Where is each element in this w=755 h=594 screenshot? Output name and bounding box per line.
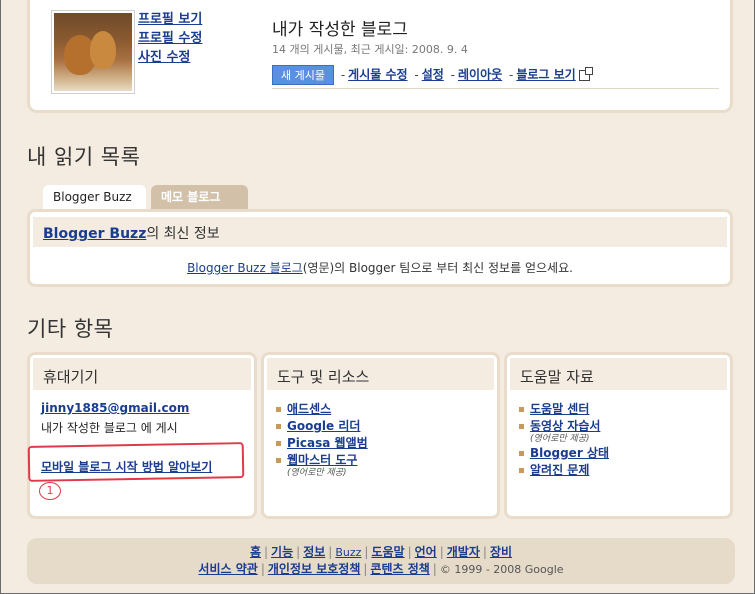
footer-language-link[interactable]: 언어 <box>415 545 437 559</box>
help-panel-header: 도움말 자료 <box>510 358 727 390</box>
new-post-button[interactable]: 새 게시물 <box>272 65 334 85</box>
tools-panel: 도구 및 리소스 애드센스 Google 리더 Picasa 웹앨범 웹마스터 … <box>261 352 500 519</box>
footer-help-link[interactable]: 도움말 <box>371 545 404 559</box>
webmaster-tools-link[interactable]: 웹마스터 도구 <box>287 453 357 467</box>
list-item: 도움말 센터 <box>518 401 724 418</box>
mobile-panel-title: 휴대기기 <box>43 368 99 386</box>
list-item: Google 리더 <box>275 418 491 435</box>
avatar-photo <box>54 13 132 91</box>
separator: | <box>264 545 269 559</box>
footer-home-link[interactable]: 홈 <box>250 545 261 559</box>
mobile-email-link[interactable]: jinny1885@gmail.com <box>41 401 248 415</box>
avatar-pear-shape <box>90 31 116 69</box>
edit-photo-link[interactable]: 사진 수정 <box>138 48 202 67</box>
tab-memo-blog[interactable]: 메모 블로그 <box>151 185 248 210</box>
video-tutorials-link[interactable]: 동영상 자습서 <box>530 419 600 433</box>
separator: - <box>340 67 346 82</box>
list-item: Blogger 상태 <box>518 445 724 462</box>
blogger-buzz-blog-link[interactable]: Blogger Buzz 블로그 <box>187 261 303 275</box>
tab-blogger-buzz[interactable]: Blogger Buzz <box>43 185 146 210</box>
english-only-note: (영어로만 제공) <box>287 468 347 478</box>
help-panel-body: 도움말 센터 동영상 자습서 (영어로만 제공) Blogger 상태 알려진 문… <box>518 401 724 479</box>
edit-posts-link[interactable]: 게시물 수정 <box>348 68 407 82</box>
tools-panel-title: 도구 및 리소스 <box>277 368 370 386</box>
separator: | <box>407 545 412 559</box>
reading-panel-header: Blogger Buzz의 최신 정보 <box>33 217 727 247</box>
known-issues-link[interactable]: 알려진 문제 <box>530 463 589 477</box>
english-only-note: (영어로만 제공) <box>530 434 590 444</box>
reading-panel-heading: Blogger Buzz의 최신 정보 <box>43 223 220 243</box>
separator: | <box>260 562 265 576</box>
layout-link[interactable]: 레이아웃 <box>458 68 502 82</box>
reading-list-title: 내 읽기 목록 <box>27 145 141 169</box>
footer-gear-link[interactable]: 장비 <box>490 545 512 559</box>
divider <box>272 88 719 89</box>
blog-title: 내가 작성한 블로그 <box>272 20 408 40</box>
separator: | <box>363 562 368 576</box>
new-window-icon <box>578 66 593 81</box>
separator: | <box>432 562 437 576</box>
blog-meta: 14 개의 게시물, 최근 게시일: 2008. 9. 4 <box>272 43 468 56</box>
footer-about-link[interactable]: 정보 <box>303 545 325 559</box>
footer-developers-link[interactable]: 개발자 <box>447 545 480 559</box>
reading-list-panel: Blogger Buzz의 최신 정보 Blogger Buzz 블로그(영문)… <box>27 209 733 287</box>
separator: - <box>508 67 514 82</box>
other-items-title: 기타 항목 <box>27 317 114 341</box>
profile-links: 프로필 보기 프로필 수정 사진 수정 <box>138 10 202 67</box>
footer-buzz-link[interactable]: Buzz <box>335 546 361 559</box>
tools-list: 애드센스 Google 리더 Picasa 웹앨범 웹마스터 도구 (영어로만 제… <box>275 401 491 479</box>
mobile-panel-body: jinny1885@gmail.com 내가 작성한 블로그 에 게시 모바일 … <box>41 401 248 474</box>
blogger-buzz-link[interactable]: Blogger Buzz <box>43 226 146 242</box>
footer-links-row: 홈 | 기능 | 정보 | Buzz | 도움말 | 언어 | 개발자 | 장비 <box>27 543 735 560</box>
annotation-highlight <box>27 442 245 482</box>
picasa-link[interactable]: Picasa 웹앨범 <box>287 436 368 450</box>
view-profile-link[interactable]: 프로필 보기 <box>138 10 202 29</box>
annotation-number: 1 <box>39 482 61 500</box>
footer-features-link[interactable]: 기능 <box>271 545 293 559</box>
separator: | <box>364 545 369 559</box>
mobile-panel: 휴대기기 jinny1885@gmail.com 내가 작성한 블로그 에 게시… <box>27 352 257 519</box>
list-item: 알려진 문제 <box>518 462 724 479</box>
footer-terms-link[interactable]: 서비스 약관 <box>198 562 257 576</box>
reading-heading-suffix: 의 최신 정보 <box>146 226 220 242</box>
separator: - <box>414 67 419 82</box>
list-item: 웹마스터 도구 (영어로만 제공) <box>275 452 491 479</box>
footer: 홈 | 기능 | 정보 | Buzz | 도움말 | 언어 | 개발자 | 장비 서비스 약관 | 개인정보 보… <box>27 538 735 584</box>
help-center-link[interactable]: 도움말 센터 <box>530 402 589 416</box>
reading-desc-suffix: (영문)의 Blogger 팀으로 부터 최신 정보를 얻으세요. <box>302 261 573 275</box>
reading-description: Blogger Buzz 블로그(영문)의 Blogger 팀으로 부터 최신 … <box>30 259 730 276</box>
settings-link[interactable]: 설정 <box>422 68 444 82</box>
edit-profile-link[interactable]: 프로필 수정 <box>138 29 202 48</box>
list-item: 애드센스 <box>275 401 491 418</box>
google-reader-link[interactable]: Google 리더 <box>287 419 360 433</box>
mobile-post-note: 내가 작성한 블로그 에 게시 <box>41 421 178 435</box>
list-item: Picasa 웹앨범 <box>275 435 491 452</box>
separator: | <box>439 545 444 559</box>
list-item: 동영상 자습서 (영어로만 제공) <box>518 418 724 445</box>
tools-panel-body: 애드센스 Google 리더 Picasa 웹앨범 웹마스터 도구 (영어로만 제… <box>275 401 491 479</box>
separator: | <box>482 545 487 559</box>
footer-content-policy-link[interactable]: 콘텐츠 정책 <box>370 562 429 576</box>
blog-actions: 새 게시물 - 게시물 수정 - 설정 - 레이아웃 - 블로그 보기 <box>272 65 722 85</box>
profile-card: 프로필 보기 프로필 수정 사진 수정 내가 작성한 블로그 14 개의 게시물… <box>27 0 733 113</box>
help-panel: 도움말 자료 도움말 센터 동영상 자습서 (영어로만 제공) Blogger 상… <box>504 352 733 519</box>
blogger-status-link[interactable]: Blogger 상태 <box>530 446 609 460</box>
copyright: © 1999 - 2008 Google <box>439 563 564 576</box>
footer-privacy-link[interactable]: 개인정보 보호정책 <box>268 562 361 576</box>
adsense-link[interactable]: 애드센스 <box>287 402 331 416</box>
separator: | <box>328 545 333 559</box>
separator: | <box>296 545 301 559</box>
help-list: 도움말 센터 동영상 자습서 (영어로만 제공) Blogger 상태 알려진 문… <box>518 401 724 479</box>
tools-panel-header: 도구 및 리소스 <box>267 358 494 390</box>
view-blog-link[interactable]: 블로그 보기 <box>516 68 575 82</box>
separator: - <box>450 67 455 82</box>
mobile-panel-header: 휴대기기 <box>33 358 251 390</box>
avatar[interactable] <box>51 10 135 94</box>
footer-legal-row: 서비스 약관 | 개인정보 보호정책 | 콘텐츠 정책 | © 1999 - 2008 Go… <box>27 560 735 577</box>
blog-block: 내가 작성한 블로그 14 개의 게시물, 최근 게시일: 2008. 9. 4… <box>272 15 722 85</box>
help-panel-title: 도움말 자료 <box>520 368 594 386</box>
